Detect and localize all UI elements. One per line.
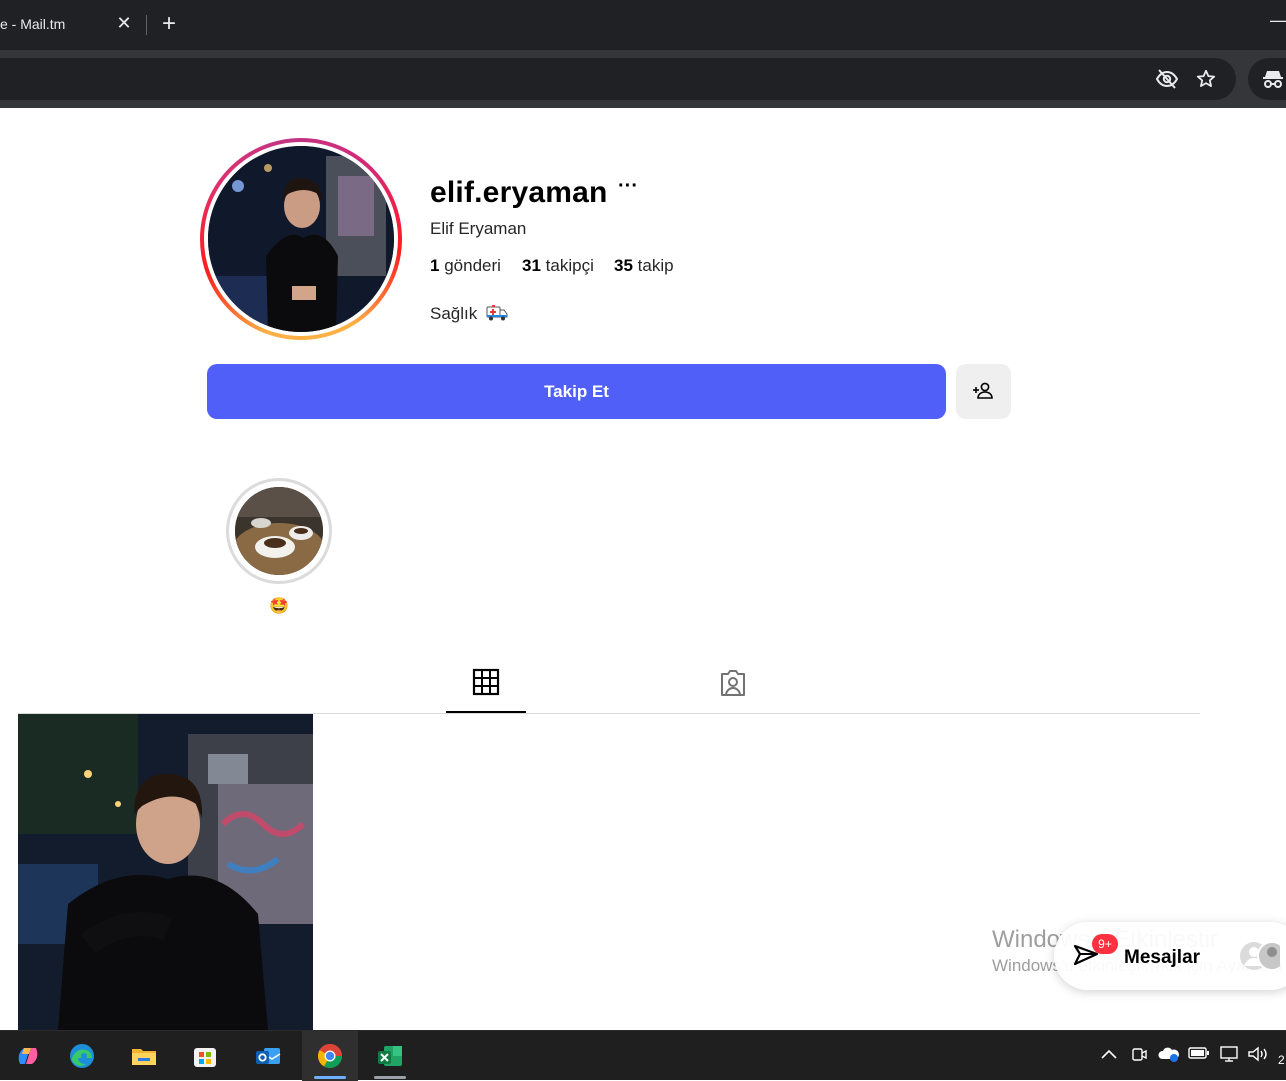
windows-taskbar: 2	[0, 1030, 1286, 1081]
incognito-icon	[1263, 71, 1283, 88]
more-options-icon[interactable]: ···	[618, 176, 638, 200]
taskbar-copilot[interactable]	[0, 1031, 56, 1081]
incognito-profile-button[interactable]	[1248, 58, 1286, 100]
tagged-user-icon	[721, 670, 745, 696]
eye-off-icon[interactable]	[1155, 69, 1179, 89]
suggested-users-button[interactable]	[956, 364, 1011, 419]
profile-page: elif.eryaman ··· Elif Eryaman 1 gönderi …	[0, 108, 1286, 1030]
posts-count: 1 gönderi	[430, 256, 501, 275]
highlight-cover-image	[235, 487, 323, 575]
taskbar-chrome[interactable]	[302, 1031, 358, 1081]
tab-posts[interactable]	[446, 656, 526, 713]
browser-tab[interactable]: e - Mail.tm ✕	[0, 0, 146, 50]
grid-icon	[472, 668, 500, 696]
tray-onedrive-icon[interactable]	[1158, 1045, 1180, 1067]
tray-meet-icon[interactable]	[1128, 1045, 1150, 1067]
tab-tagged[interactable]	[692, 656, 772, 713]
browser-toolbar	[0, 50, 1286, 108]
profile-full-name: Elif Eryaman	[430, 219, 527, 238]
add-user-icon	[973, 382, 993, 399]
store-icon	[194, 1048, 216, 1067]
messages-label: Mesajlar	[1124, 947, 1201, 968]
profile-avatar	[208, 146, 394, 332]
browser-tab-strip: e - Mail.tm ✕ + —	[0, 0, 1286, 50]
edge-icon	[70, 1044, 94, 1068]
highlight-label: 🤩	[269, 598, 289, 615]
tray-volume-icon[interactable]	[1247, 1045, 1269, 1067]
tray-overflow-chevron-icon[interactable]	[1098, 1045, 1120, 1067]
taskbar-outlook[interactable]	[240, 1031, 296, 1081]
chrome-icon	[317, 1043, 342, 1069]
profile-tabs	[18, 656, 1200, 714]
tray-battery-icon[interactable]	[1188, 1045, 1210, 1067]
taskbar-file-explorer[interactable]	[116, 1031, 172, 1081]
copilot-icon	[18, 1048, 38, 1064]
bookmark-star-icon[interactable]	[1196, 69, 1216, 89]
taskbar-excel[interactable]	[362, 1031, 418, 1081]
ambulance-icon	[486, 304, 508, 327]
tab-divider	[146, 15, 147, 35]
unread-badge: 9+	[1092, 934, 1118, 954]
excel-icon	[378, 1046, 402, 1066]
profile-avatar-story-ring[interactable]	[200, 138, 402, 340]
address-bar[interactable]	[0, 58, 1236, 100]
tab-close-icon[interactable]: ✕	[114, 13, 134, 33]
window-minimize-button[interactable]: —	[1270, 10, 1286, 30]
taskbar-clock[interactable]: 2	[1278, 1053, 1285, 1067]
bio-text: Sağlık	[430, 304, 478, 323]
messages-avatars	[1240, 940, 1286, 972]
messages-widget[interactable]: 9+ Mesajlar	[1054, 922, 1286, 990]
follow-button[interactable]: Takip Et	[207, 364, 946, 419]
outlook-icon	[256, 1048, 281, 1064]
profile-username: elif.eryaman	[430, 176, 608, 209]
tab-title: e - Mail.tm	[0, 16, 66, 32]
profile-bio: Sağlık	[430, 304, 508, 327]
new-tab-button[interactable]: +	[156, 11, 182, 37]
taskbar-edge[interactable]	[54, 1031, 110, 1081]
followers-count[interactable]: 31 takipçi	[522, 256, 594, 276]
taskbar-store[interactable]	[177, 1031, 233, 1081]
following-count[interactable]: 35 takip	[614, 256, 674, 276]
tray-network-icon[interactable]	[1218, 1045, 1240, 1067]
story-highlight[interactable]	[226, 478, 332, 584]
post-thumbnail[interactable]	[18, 714, 313, 1030]
file-explorer-icon	[132, 1049, 156, 1065]
